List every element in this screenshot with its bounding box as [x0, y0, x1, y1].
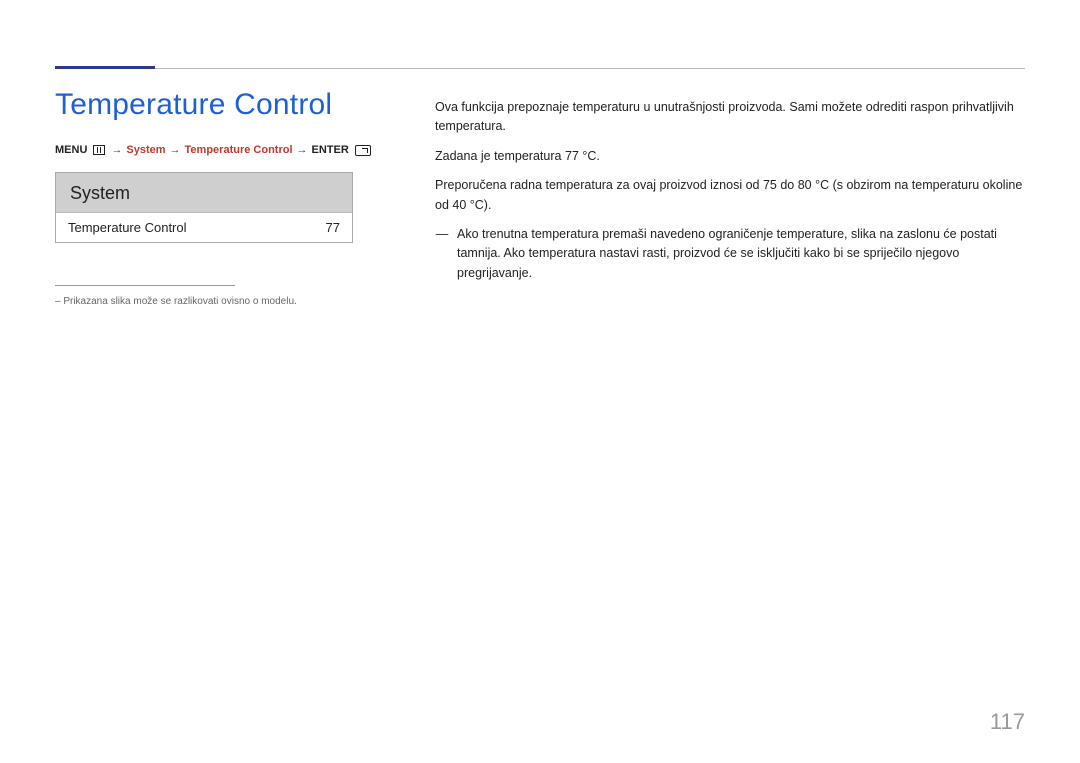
breadcrumb-enter: ENTER: [312, 144, 349, 156]
body-note-text: Ako trenutna temperatura premaši naveden…: [457, 225, 1025, 283]
menu-card-header: System: [56, 173, 352, 212]
menu-icon: [93, 145, 105, 155]
breadcrumb-system: System: [126, 144, 165, 156]
accent-bar: [55, 66, 155, 69]
breadcrumb-menu: MENU: [55, 144, 87, 156]
right-column: Ova funkcija prepoznaje temperaturu u un…: [435, 88, 1025, 307]
arrow-icon: →: [111, 144, 122, 156]
body-paragraph: Preporučena radna temperatura za ovaj pr…: [435, 176, 1025, 215]
dash-icon: ―: [435, 225, 449, 283]
arrow-icon: →: [297, 144, 308, 156]
left-column: Temperature Control MENU → System → Temp…: [55, 88, 395, 307]
body-note: ― Ako trenutna temperatura premaši naved…: [435, 225, 1025, 283]
footnote-divider: [55, 285, 235, 286]
menu-row-label: Temperature Control: [68, 220, 187, 235]
page-number: 117: [990, 709, 1025, 735]
menu-card-row: Temperature Control 77: [56, 212, 352, 242]
body-paragraph: Zadana je temperatura 77 °C.: [435, 147, 1025, 166]
image-disclaimer: – Prikazana slika može se razlikovati ov…: [55, 296, 395, 307]
body-paragraph: Ova funkcija prepoznaje temperaturu u un…: [435, 98, 1025, 137]
breadcrumb: MENU → System → Temperature Control → EN…: [55, 144, 395, 156]
menu-card: System Temperature Control 77: [55, 172, 353, 243]
arrow-icon: →: [170, 144, 181, 156]
breadcrumb-temp: Temperature Control: [185, 144, 293, 156]
menu-row-value: 77: [326, 220, 340, 235]
content-area: Temperature Control MENU → System → Temp…: [55, 88, 1025, 307]
manual-page: Temperature Control MENU → System → Temp…: [0, 0, 1080, 763]
enter-icon: [355, 145, 371, 156]
top-rule: [55, 68, 1025, 69]
section-title: Temperature Control: [55, 88, 395, 122]
